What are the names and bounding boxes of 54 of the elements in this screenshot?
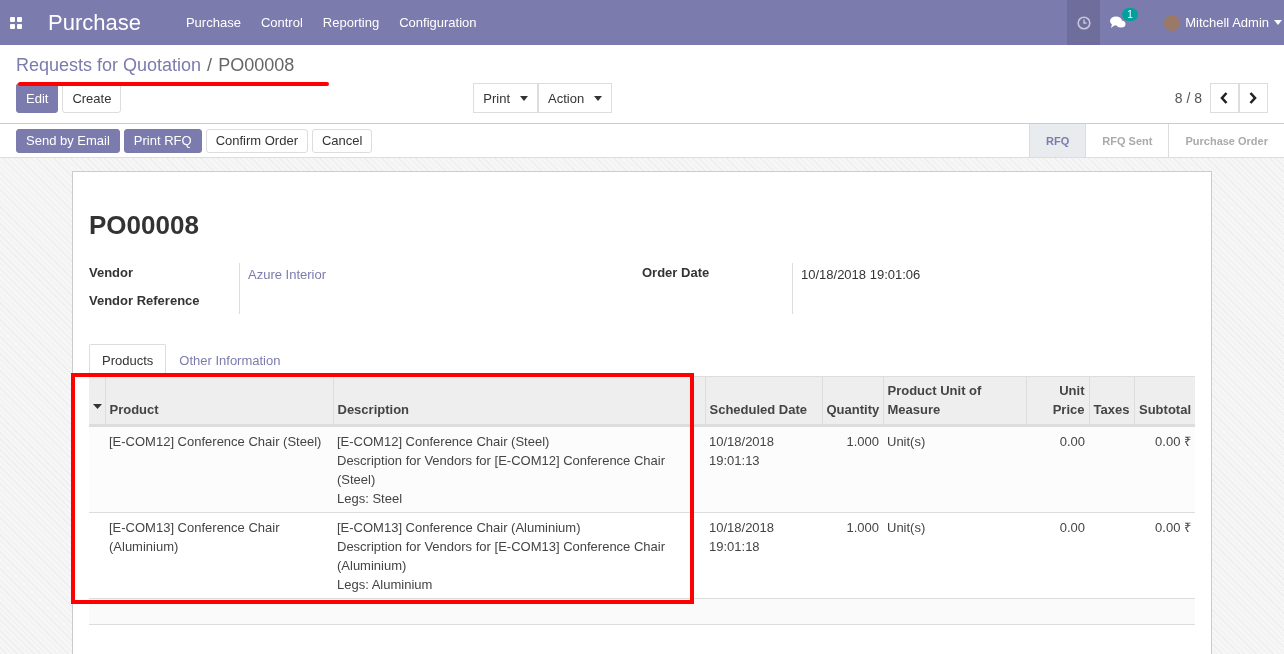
table-cell-text: Legs: Aluminium [337,576,434,594]
table-cell-text: 0.00 [1058,433,1085,451]
table-cell-text: [E-COM13] Conference Chair (Aluminium) [109,519,281,556]
table-cell-text: 10/18/2018 19:01:18 [709,519,776,556]
caret-icon [594,95,603,101]
table-cell-text: 1.000 [845,433,879,451]
workflow-button[interactable]: Confirm Order [205,128,308,153]
field-label: Vendor [89,265,135,280]
vendor-link[interactable]: Azure Interior [248,267,327,282]
sort-caret-icon[interactable] [93,404,102,409]
table-cell-text: [E-COM13] Conference Chair (Aluminium) [337,519,582,537]
table-cell-text: [E-COM12] Conference Chair (Steel) [109,433,323,451]
table-cell-text: 10/18/2018 19:01:13 [709,433,776,470]
next-button[interactable] [1239,83,1268,113]
table-cell-text: 0.00 [1058,519,1085,537]
previous-button[interactable] [1210,83,1239,113]
field-label: Vendor Reference [89,293,201,308]
menu-item[interactable]: Control [260,15,303,30]
field-value: 10/18/2018 19:01:06 [801,267,921,282]
pager-counter: 8 / 8 [1174,90,1202,106]
table-cell-text: [E-COM12] Conference Chair (Steel) [337,433,551,451]
table-cell-text: 0.00 ₹ [1154,519,1191,537]
tab[interactable]: Other Information [166,344,294,377]
activity-button[interactable] [1067,0,1101,45]
workflow-button[interactable]: Print RFQ [123,128,202,153]
field-label: Order Date [642,265,711,280]
table-cell-text: 1.000 [845,519,879,537]
breadcrumb-separator: / [207,55,213,76]
user-name[interactable]: Mitchell Admin [1185,15,1269,30]
workflow-button[interactable]: Send by Email [16,128,120,153]
menu-item[interactable]: Purchase [185,15,241,30]
table-cell-text: Unit(s) [887,433,927,451]
workflow-button[interactable]: Cancel [312,128,373,153]
caret-icon[interactable] [1274,20,1282,25]
table-cell-text: Legs: Steel [337,490,404,508]
breadcrumb-current: PO00008 [218,55,295,76]
breadcrumb-link[interactable]: Requests for Quotation [16,55,202,76]
record-title: PO00008 [89,210,200,241]
app-title: Purchase [48,9,141,36]
table-cell-text: Description for Vendors for [E-COM13] Conference Chair (Aluminium) [337,538,667,575]
table-cell-text: Unit(s) [887,519,927,537]
caret-icon [520,95,529,101]
menu-item[interactable]: Configuration [399,15,477,30]
message-count-badge: 1 [1122,8,1138,21]
dropdown-button[interactable]: Print [473,83,539,113]
table-cell-text: 0.00 ₹ [1154,433,1191,451]
apps-grid-icon[interactable] [10,16,22,29]
clock-icon [1076,15,1091,30]
menu-item[interactable]: Reporting [322,15,380,30]
table-cell-text: Description for Vendors for [E-COM12] Conference Chair (Steel) [337,452,667,489]
chat-bubbles-icon[interactable] [1110,16,1127,29]
chevron-left-icon [1220,92,1229,104]
dropdown-button[interactable]: Action [538,83,613,113]
chevron-right-icon [1249,92,1258,104]
